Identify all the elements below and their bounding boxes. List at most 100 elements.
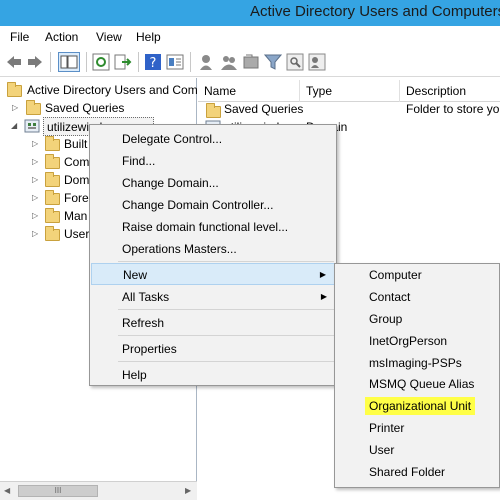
- menu-item-change-domain-controller[interactable]: Change Domain Controller...: [91, 194, 335, 216]
- folder-icon: [45, 226, 60, 241]
- column-header-name[interactable]: Name: [198, 80, 300, 102]
- tree-item-builtin[interactable]: Built: [64, 135, 87, 153]
- new-user-icon[interactable]: [198, 53, 216, 71]
- expand-arrow-icon[interactable]: ▷: [32, 194, 40, 202]
- menu-item-label: Properties: [122, 342, 177, 356]
- menu-item-label: All Tasks: [122, 290, 170, 304]
- submenu-item-label: Printer: [369, 421, 405, 435]
- tree-item-managed-service[interactable]: Man: [64, 207, 87, 225]
- menu-separator: [118, 309, 334, 310]
- menu-item-refresh[interactable]: Refresh: [91, 312, 335, 334]
- svg-text:?: ?: [150, 56, 157, 71]
- menu-item-find[interactable]: Find...: [91, 150, 335, 172]
- folder-icon: [45, 190, 60, 205]
- toolbar-separator: [138, 52, 139, 72]
- refresh-icon[interactable]: [92, 53, 110, 71]
- folder-icon: [45, 136, 60, 151]
- export-list-icon[interactable]: [114, 53, 132, 71]
- menu-item-change-domain[interactable]: Change Domain...: [91, 172, 335, 194]
- menu-view[interactable]: View: [96, 30, 122, 44]
- scroll-grip: III: [54, 486, 62, 495]
- folder-icon: [26, 100, 41, 115]
- help-icon[interactable]: ?: [144, 53, 162, 71]
- tree-item-saved-queries[interactable]: Saved Queries: [45, 99, 124, 117]
- menu-separator: [118, 261, 334, 262]
- menu-item-label: Help: [122, 368, 147, 382]
- tree-item-users[interactable]: User: [64, 225, 89, 243]
- menu-item-label: New: [123, 268, 148, 282]
- menu-item-new[interactable]: New ▶: [91, 263, 335, 285]
- expand-arrow-icon[interactable]: ▷: [32, 212, 40, 220]
- context-menu: Delegate Control... Find... Change Domai…: [89, 124, 337, 386]
- scroll-left-icon[interactable]: ◀: [4, 486, 10, 495]
- toolbar-separator: [86, 52, 87, 72]
- expand-arrow-icon[interactable]: ▷: [32, 176, 40, 184]
- toolbar: ?: [0, 47, 500, 77]
- aduc-root-icon: [7, 82, 22, 97]
- submenu-item-group[interactable]: Group: [336, 309, 498, 330]
- submenu-item-msimaging-psps[interactable]: msImaging-PSPs: [336, 353, 498, 374]
- menu-item-help[interactable]: Help: [91, 364, 335, 386]
- submenu-item-label: Computer: [369, 268, 422, 282]
- list-row-description: Folder to store you: [406, 102, 500, 116]
- folder-icon: [45, 154, 60, 169]
- submenu-item-shared-folder[interactable]: Shared Folder: [336, 462, 498, 483]
- submenu-item-label: Contact: [369, 290, 411, 304]
- submenu-item-printer[interactable]: Printer: [336, 418, 498, 439]
- submenu-item-label: Group: [369, 312, 403, 326]
- expand-arrow-icon[interactable]: ▷: [32, 230, 40, 238]
- folder-icon: [45, 208, 60, 223]
- submenu-item-inetorgperson[interactable]: InetOrgPerson: [336, 331, 498, 352]
- submenu-item-label: Shared Folder: [369, 465, 446, 479]
- submenu-item-contact[interactable]: Contact: [336, 287, 498, 308]
- tree-root-label[interactable]: Active Directory Users and Com: [27, 81, 198, 99]
- add-to-group-icon[interactable]: [308, 53, 326, 71]
- forward-arrow-icon[interactable]: [26, 53, 44, 71]
- menu-separator: [118, 335, 334, 336]
- menu-separator: [118, 361, 334, 362]
- expand-arrow-icon[interactable]: ▷: [32, 158, 40, 166]
- horizontal-scrollbar[interactable]: ◀ III ▶: [0, 481, 197, 500]
- show-tree-icon[interactable]: [58, 52, 80, 72]
- new-ou-icon[interactable]: [242, 53, 260, 71]
- filter-icon[interactable]: [264, 53, 282, 71]
- menu-item-operations-masters[interactable]: Operations Masters...: [91, 238, 335, 260]
- scroll-thumb[interactable]: III: [18, 485, 98, 497]
- tree-item-computers[interactable]: Com: [64, 153, 89, 171]
- submenu-arrow-icon: ▶: [320, 292, 327, 301]
- domain-icon: [24, 119, 40, 133]
- collapse-arrow-icon[interactable]: ◢: [11, 122, 19, 130]
- submenu-item-organizational-unit[interactable]: Organizational Unit: [336, 396, 498, 417]
- expand-arrow-icon[interactable]: ▷: [12, 104, 20, 112]
- menu-item-delegate-control[interactable]: Delegate Control...: [91, 128, 335, 150]
- expand-arrow-icon[interactable]: ▷: [32, 140, 40, 148]
- scroll-right-icon[interactable]: ▶: [185, 486, 191, 495]
- menu-item-properties[interactable]: Properties: [91, 338, 335, 360]
- tree-item-domain-controllers[interactable]: Dom: [64, 171, 89, 189]
- submenu-item-label: MSMQ Queue Alias: [369, 377, 475, 391]
- submenu-item-computer[interactable]: Computer: [336, 265, 498, 286]
- menu-item-all-tasks[interactable]: All Tasks ▶: [91, 286, 335, 308]
- menu-bar: File Action View Help: [0, 26, 500, 47]
- new-submenu: Computer Contact Group InetOrgPerson msI…: [334, 263, 500, 488]
- folder-icon: [206, 103, 221, 118]
- new-group-icon[interactable]: [220, 53, 238, 71]
- properties-icon[interactable]: [166, 53, 184, 71]
- tree-item-foreign-security[interactable]: Fore: [64, 189, 89, 207]
- submenu-item-label: InetOrgPerson: [369, 334, 448, 348]
- menu-help[interactable]: Help: [136, 30, 161, 44]
- submenu-item-label: Organizational Unit: [365, 397, 476, 415]
- back-arrow-icon[interactable]: [5, 53, 23, 71]
- column-header-type[interactable]: Type: [300, 80, 400, 102]
- list-row-name[interactable]: Saved Queries: [224, 100, 303, 118]
- menu-item-label: Operations Masters...: [122, 242, 237, 256]
- submenu-item-label: msImaging-PSPs: [369, 356, 462, 370]
- submenu-item-user[interactable]: User: [336, 440, 498, 461]
- menu-file[interactable]: File: [10, 30, 29, 44]
- ou-folder-icon: [45, 172, 60, 187]
- menu-item-raise-functional-level[interactable]: Raise domain functional level...: [91, 216, 335, 238]
- column-header-description[interactable]: Description: [400, 80, 500, 102]
- find-icon[interactable]: [286, 53, 304, 71]
- menu-action[interactable]: Action: [45, 30, 78, 44]
- submenu-item-msmq-queue-alias[interactable]: MSMQ Queue Alias: [336, 374, 498, 395]
